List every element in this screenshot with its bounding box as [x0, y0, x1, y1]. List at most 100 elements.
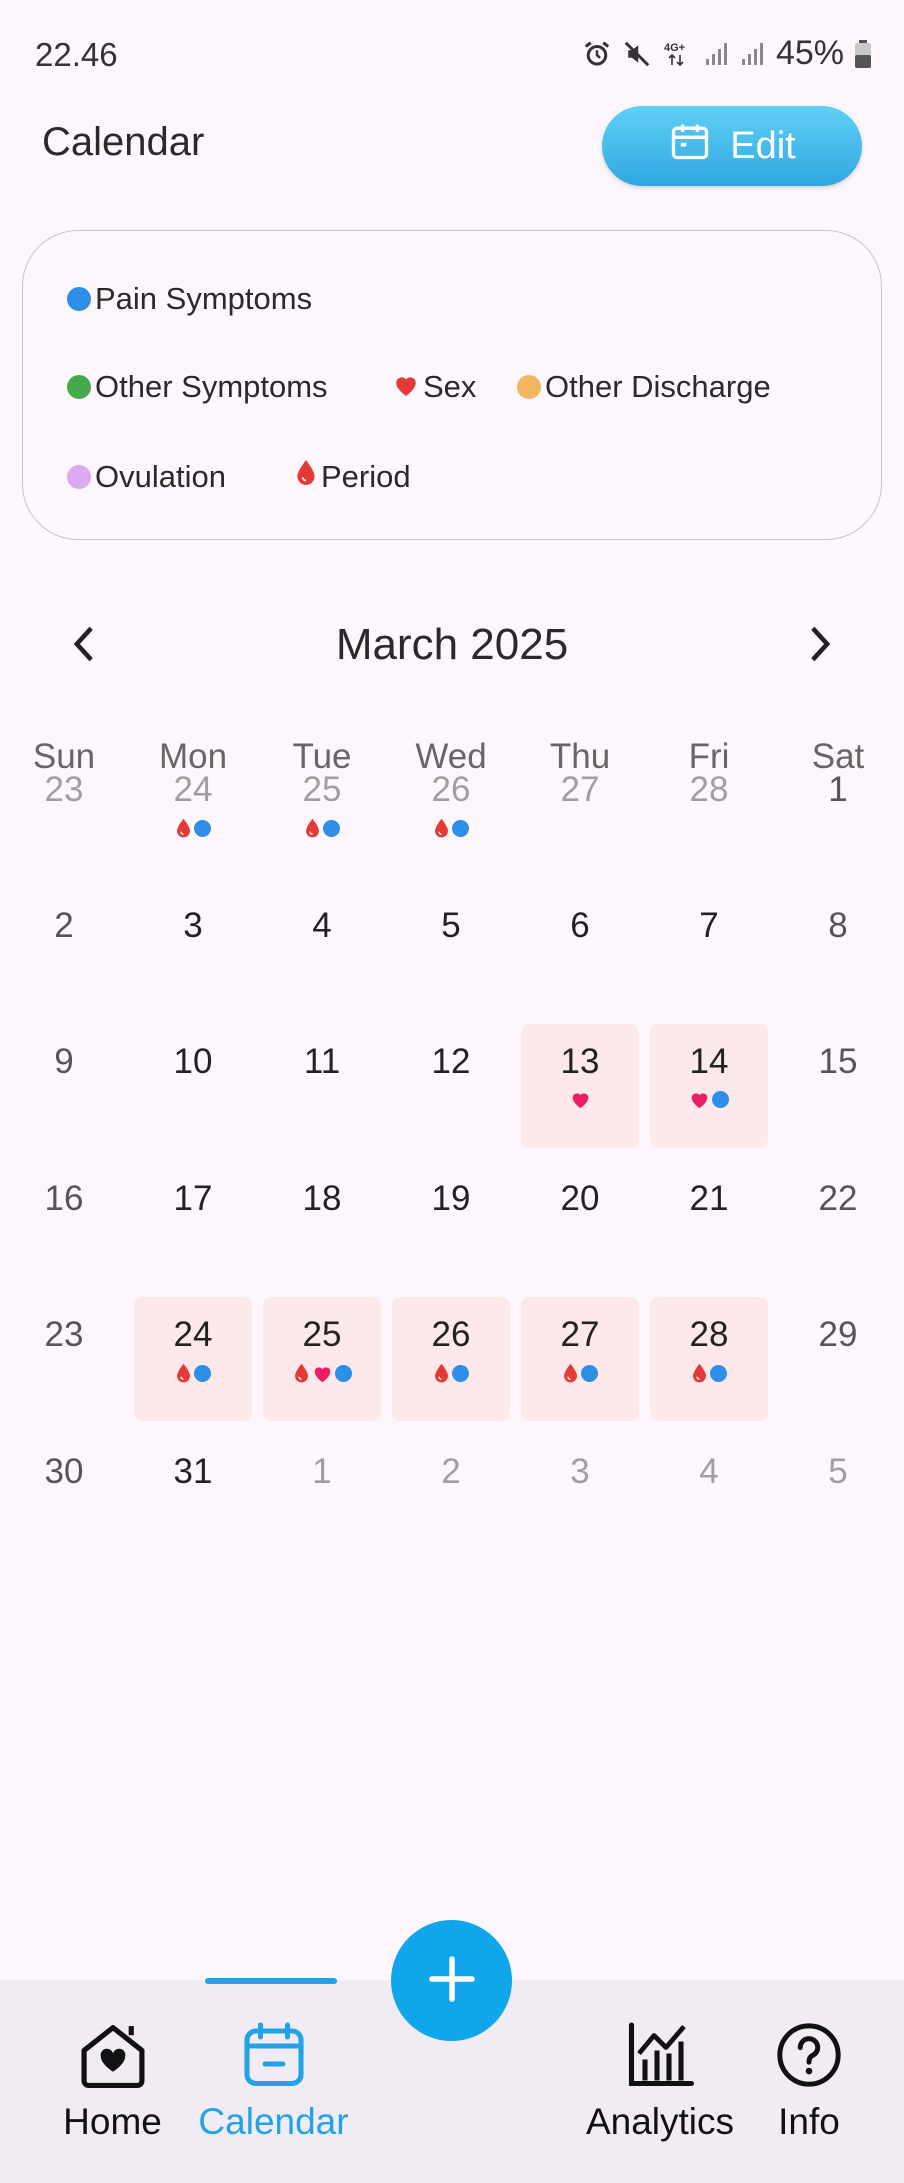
status-time: 22.46 — [35, 36, 118, 73]
legend-item-other-symptoms: Other Symptoms — [67, 369, 328, 405]
day-number: 27 — [560, 1315, 600, 1354]
next-month-button[interactable] — [796, 622, 844, 670]
calendar-day-cell[interactable]: 14 — [650, 1024, 768, 1148]
day-number: 28 — [689, 770, 729, 809]
calendar-day-cell[interactable]: 28 — [650, 752, 768, 876]
legend-label: Pain Symptoms — [95, 281, 313, 316]
calendar-day-cell[interactable]: 12 — [392, 1024, 510, 1148]
period-drop-icon — [177, 1363, 190, 1383]
legend-label: Other Discharge — [545, 369, 771, 404]
legend-item-other-discharge: Other Discharge — [517, 369, 771, 405]
day-markers — [263, 818, 381, 839]
day-number: 2 — [54, 906, 74, 945]
calendar-day-cell[interactable]: 20 — [521, 1161, 639, 1285]
calendar-day-cell[interactable]: 5 — [392, 888, 510, 1012]
period-drop-icon — [306, 818, 319, 838]
calendar-day-cell[interactable]: 16 — [5, 1161, 123, 1285]
calendar-day-cell[interactable]: 5 — [779, 1434, 897, 1558]
calendar-day-cell[interactable]: 26 — [392, 752, 510, 876]
battery-percent: 45% — [775, 34, 844, 72]
signal-icon — [704, 41, 730, 67]
day-number: 5 — [441, 906, 461, 945]
calendar-day-cell[interactable]: 10 — [134, 1024, 252, 1148]
legend-item-pain-symptoms: Pain Symptoms — [67, 281, 312, 317]
day-number: 6 — [570, 906, 590, 945]
calendar-day-cell[interactable]: 1 — [263, 1434, 381, 1558]
day-number: 12 — [431, 1042, 471, 1081]
day-number: 15 — [818, 1042, 858, 1081]
day-number: 5 — [828, 1452, 848, 1491]
nav-home[interactable]: Home — [60, 2020, 165, 2143]
calendar-day-cell[interactable]: 25 — [263, 1297, 381, 1421]
help-icon — [774, 2020, 844, 2095]
day-markers — [650, 1363, 768, 1384]
home-heart-icon — [76, 2020, 150, 2095]
calendar-day-cell[interactable]: 24 — [134, 1297, 252, 1421]
calendar-day-cell[interactable]: 30 — [5, 1434, 123, 1558]
calendar-day-cell[interactable]: 4 — [650, 1434, 768, 1558]
calendar-day-cell[interactable]: 26 — [392, 1297, 510, 1421]
day-number: 18 — [302, 1179, 342, 1218]
nav-info[interactable]: Info — [770, 2020, 848, 2143]
calendar-day-cell[interactable]: 9 — [5, 1024, 123, 1148]
calendar-day-cell[interactable]: 21 — [650, 1161, 768, 1285]
pain-dot-icon — [712, 1091, 729, 1108]
pain-dot-icon — [194, 1365, 211, 1382]
calendar-day-cell[interactable]: 13 — [521, 1024, 639, 1148]
calendar-day-cell[interactable]: 31 — [134, 1434, 252, 1558]
calendar-day-cell[interactable]: 2 — [392, 1434, 510, 1558]
calendar-day-cell[interactable]: 24 — [134, 752, 252, 876]
calendar-day-cell[interactable]: 23 — [5, 1297, 123, 1421]
period-drop-icon — [564, 1363, 577, 1383]
calendar-day-cell[interactable]: 15 — [779, 1024, 897, 1148]
calendar-day-cell[interactable]: 4 — [263, 888, 381, 1012]
calendar-day-cell[interactable]: 25 — [263, 752, 381, 876]
nav-calendar[interactable]: Calendar — [196, 2020, 351, 2143]
day-number: 1 — [828, 770, 848, 809]
nav-analytics[interactable]: Analytics — [580, 2020, 740, 2143]
calendar-day-cell[interactable]: 28 — [650, 1297, 768, 1421]
day-markers — [263, 1363, 381, 1384]
pain-dot-icon — [323, 820, 340, 837]
day-number: 3 — [570, 1452, 590, 1491]
calendar-day-cell[interactable]: 19 — [392, 1161, 510, 1285]
calendar-day-cell[interactable]: 2 — [5, 888, 123, 1012]
day-number: 16 — [44, 1179, 84, 1218]
blood-drop-icon — [295, 459, 317, 495]
day-number: 1 — [312, 1452, 332, 1491]
calendar-day-cell[interactable]: 3 — [521, 1434, 639, 1558]
calendar-day-cell[interactable]: 18 — [263, 1161, 381, 1285]
day-number: 4 — [699, 1452, 719, 1491]
calendar-icon — [238, 2020, 310, 2095]
mute-icon — [622, 39, 652, 69]
calendar-day-cell[interactable]: 27 — [521, 752, 639, 876]
sex-heart-icon — [314, 1367, 330, 1383]
calendar-day-cell[interactable]: 23 — [5, 752, 123, 876]
calendar-day-cell[interactable]: 17 — [134, 1161, 252, 1285]
edit-button[interactable]: Edit — [602, 106, 862, 186]
legend-item-sex: Sex — [393, 369, 476, 405]
day-number: 24 — [173, 770, 213, 809]
day-number: 9 — [54, 1042, 74, 1081]
calendar-day-cell[interactable]: 22 — [779, 1161, 897, 1285]
blue-dot-icon — [67, 287, 91, 311]
day-markers — [521, 1090, 639, 1109]
legend-label: Sex — [423, 369, 477, 404]
day-number: 23 — [44, 770, 84, 809]
pain-dot-icon — [194, 820, 211, 837]
calendar-day-cell[interactable]: 29 — [779, 1297, 897, 1421]
period-drop-icon — [435, 1363, 448, 1383]
calendar-day-cell[interactable]: 8 — [779, 888, 897, 1012]
calendar-day-cell[interactable]: 3 — [134, 888, 252, 1012]
add-entry-button[interactable] — [391, 1920, 512, 2041]
day-number: 25 — [302, 770, 342, 809]
calendar-day-cell[interactable]: 1 — [779, 752, 897, 876]
calendar-day-cell[interactable]: 27 — [521, 1297, 639, 1421]
battery-icon — [854, 39, 872, 69]
calendar-day-cell[interactable]: 7 — [650, 888, 768, 1012]
chevron-right-icon — [805, 624, 835, 669]
day-number: 30 — [44, 1452, 84, 1491]
calendar-day-cell[interactable]: 11 — [263, 1024, 381, 1148]
pain-dot-icon — [334, 1365, 352, 1382]
calendar-day-cell[interactable]: 6 — [521, 888, 639, 1012]
